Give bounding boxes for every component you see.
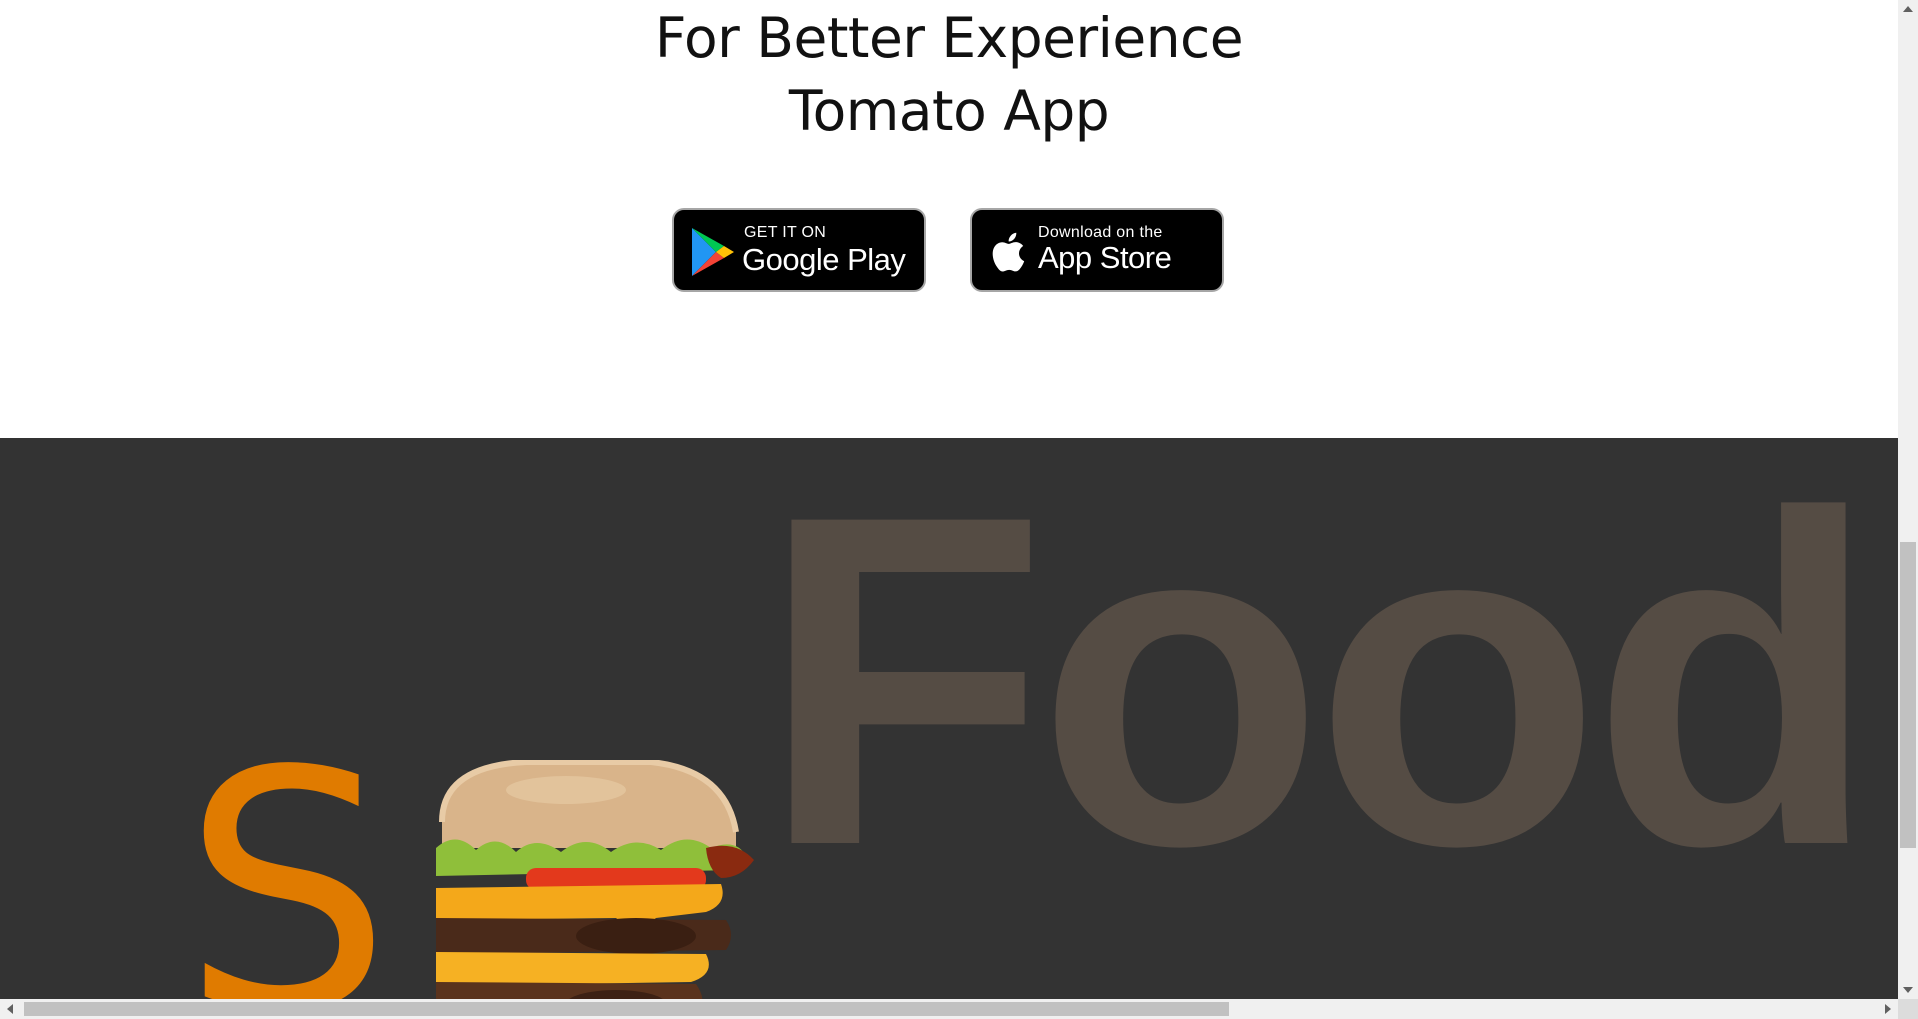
google-play-badge[interactable]: GET IT ON Google Play [672,208,926,292]
page-viewport: For Better Experience Tomato App GET IT … [0,0,1898,999]
scrollbar-horizontal[interactable] [0,999,1898,1019]
scrollbar-vertical[interactable] [1898,0,1918,999]
google-play-icon [692,228,734,276]
app-store-big-text: App Store [1038,240,1172,275]
scroll-up-arrow-icon[interactable] [1898,0,1918,18]
hero-accent-letter: S [182,701,392,999]
apple-icon [992,232,1025,272]
scroll-left-arrow-icon[interactable] [0,999,20,1019]
horizontal-scroll-thumb[interactable] [24,1002,1229,1016]
vertical-scroll-thumb[interactable] [1900,542,1916,848]
app-download-title: For Better Experience Tomato App [0,0,1898,148]
scroll-down-arrow-icon[interactable] [1898,981,1918,999]
google-play-small-text: GET IT ON [744,224,827,241]
hero-banner: Food S [0,438,1898,999]
hero-background-word: Food [760,438,1878,943]
google-play-big-text: Google Play [742,242,906,277]
app-store-badge[interactable]: Download on the App Store [970,208,1224,292]
scroll-right-arrow-icon[interactable] [1878,999,1898,1019]
burger-image [436,760,754,999]
app-download-section: For Better Experience Tomato App GET IT … [0,0,1898,438]
title-line-2: Tomato App [788,79,1110,143]
scrollbar-corner [1898,999,1918,1019]
title-line-1: For Better Experience [654,6,1244,70]
